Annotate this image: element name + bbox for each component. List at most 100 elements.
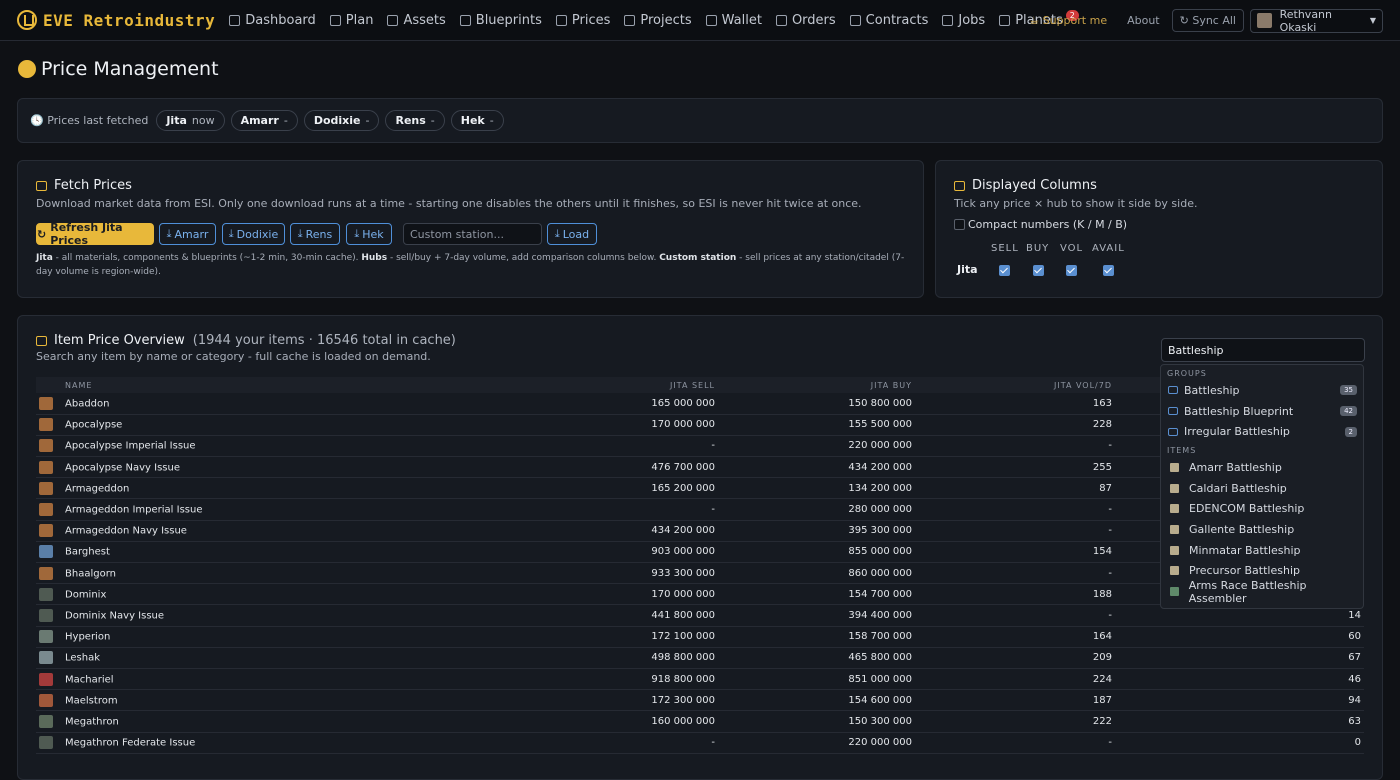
- about-link[interactable]: About: [1127, 14, 1160, 27]
- nav-orders[interactable]: Orders: [775, 13, 836, 28]
- cell-jita-sell: 170 000 000: [525, 583, 715, 606]
- custom-station-input[interactable]: Custom station...: [403, 223, 542, 245]
- cell-jita-sell: 165 200 000: [525, 477, 715, 500]
- jita-avail-checkbox[interactable]: [1103, 265, 1114, 276]
- fetch-rens-button[interactable]: ⤓ Rens: [290, 223, 340, 245]
- table-row[interactable]: Megathron 160 000 000 150 300 000 222 63: [36, 710, 1364, 733]
- cell-jita-vol: 224: [912, 668, 1112, 691]
- cell-name: Maelstrom: [36, 689, 525, 712]
- table-row[interactable]: Machariel 918 800 000 851 000 000 224 46: [36, 668, 1364, 691]
- nav-right: ☕ Support me About ↻ Sync All Rethvann O…: [1029, 0, 1400, 41]
- cell-jita-buy: 150 800 000: [715, 393, 912, 415]
- nav-wallet[interactable]: Wallet: [705, 13, 762, 28]
- cell-name: Barghest: [36, 541, 525, 564]
- fetch-title: Fetch Prices: [54, 178, 132, 193]
- cell-jita-vol: 163: [912, 393, 1112, 415]
- table-row[interactable]: Maelstrom 172 300 000 154 600 000 187 94: [36, 689, 1364, 712]
- cell-name: Megathron Federate Issue: [36, 732, 525, 754]
- item-icon: [1170, 566, 1179, 576]
- nav-dashboard[interactable]: Dashboard: [229, 13, 316, 28]
- fetch-dodixie-button[interactable]: ⤓ Dodixie: [222, 223, 285, 245]
- dropdown-item[interactable]: Minmatar Battleship: [1161, 540, 1363, 561]
- columns-desc: Tick any price × hub to show it side by …: [954, 197, 1198, 210]
- cell-jita-vol: 255: [912, 456, 1112, 479]
- jita-sell-checkbox[interactable]: [999, 265, 1010, 276]
- cell-name: Apocalypse Navy Issue: [36, 456, 525, 479]
- refresh-label: Refresh Jita Prices: [50, 221, 123, 247]
- th-jita-buy[interactable]: JITA BUY: [715, 377, 912, 393]
- nav-blueprints[interactable]: Blueprints: [459, 13, 542, 28]
- table-row[interactable]: Hyperion 172 100 000 158 700 000 164 60: [36, 626, 1364, 648]
- cell-name: Hyperion: [36, 626, 525, 648]
- tag-icon: [555, 14, 567, 26]
- cloud-download-icon: [36, 180, 47, 191]
- dropdown-group-item[interactable]: Battleship Blueprint 42: [1161, 401, 1363, 422]
- item-name: Armageddon Imperial Issue: [65, 504, 203, 516]
- ship-icon: [39, 651, 53, 665]
- fetch-amarr-button[interactable]: ⤓ Amarr: [159, 223, 216, 245]
- dropdown-item[interactable]: Amarr Battleship: [1161, 457, 1363, 478]
- ship-icon: [39, 608, 53, 622]
- th-jita-vol[interactable]: JITA VOL/7D: [912, 377, 1112, 393]
- dropdown-item[interactable]: Gallente Battleship: [1161, 519, 1363, 540]
- dropdown-item[interactable]: Caldari Battleship: [1161, 478, 1363, 499]
- cell-jita-buy: 150 300 000: [715, 710, 912, 733]
- th-name[interactable]: NAME: [36, 377, 525, 393]
- nav-jobs[interactable]: Jobs: [942, 13, 985, 28]
- dropdown-item[interactable]: EDENCOM Battleship: [1161, 498, 1363, 519]
- logo-icon: [17, 10, 37, 30]
- user-menu[interactable]: Rethvann Okaski ▼: [1250, 8, 1383, 34]
- cell-jita-avail: 94: [1112, 689, 1364, 712]
- support-link[interactable]: ☕ Support me: [1029, 14, 1107, 27]
- cell-jita-vol: 228: [912, 414, 1112, 436]
- item-name: Dominix: [65, 589, 107, 601]
- cell-jita-vol: 154: [912, 541, 1112, 564]
- cell-name: Dominix Navy Issue: [36, 604, 525, 627]
- item-name: Armageddon: [65, 483, 130, 495]
- item-name: Apocalypse: [65, 419, 123, 431]
- nav-projects[interactable]: Projects: [624, 12, 692, 28]
- dropdown-group-item[interactable]: Irregular Battleship 2: [1161, 421, 1363, 442]
- brand[interactable]: EVE Retroindustry: [17, 10, 215, 30]
- compact-checkbox[interactable]: [954, 219, 965, 230]
- group-name: Battleship: [1184, 383, 1240, 397]
- sync-all-button[interactable]: ↻ Sync All: [1171, 9, 1244, 32]
- fetch-hek-button[interactable]: ⤓ Hek: [346, 223, 392, 245]
- nav-label: Assets: [403, 12, 446, 28]
- cell-jita-vol: 87: [912, 477, 1112, 500]
- fetched-row: 🕓 Prices last fetched Jita now Amarr - Dod…: [30, 110, 510, 131]
- cell-jita-buy: 851 000 000: [715, 668, 912, 691]
- dropdown-group-item[interactable]: Battleship 35: [1161, 380, 1363, 401]
- table-row[interactable]: Leshak 498 800 000 465 800 000 209 67: [36, 647, 1364, 669]
- page-title: Price Management: [18, 58, 219, 80]
- item-icon: [1170, 504, 1179, 514]
- col-header-buy: BUY: [1026, 243, 1050, 254]
- item-name: Machariel: [65, 674, 114, 686]
- cell-jita-sell: 434 200 000: [525, 520, 715, 542]
- cell-jita-vol: 188: [912, 583, 1112, 606]
- nav-label: Projects: [640, 12, 692, 28]
- nav-plan[interactable]: Plan: [329, 13, 373, 28]
- nav-contracts[interactable]: Contracts: [849, 13, 928, 28]
- jita-buy-checkbox[interactable]: [1033, 265, 1044, 276]
- dropdown-item[interactable]: Arms Race Battleship Assembler: [1161, 579, 1363, 605]
- load-station-button[interactable]: ⤓ Load: [547, 223, 597, 245]
- ship-icon: [39, 736, 53, 750]
- cell-jita-vol: -: [912, 604, 1112, 627]
- jita-vol-checkbox[interactable]: [1066, 265, 1077, 276]
- cell-jita-sell: -: [525, 498, 715, 521]
- compact-toggle[interactable]: Compact numbers (K / M / B): [954, 218, 1127, 231]
- nav-label: Jobs: [958, 12, 986, 28]
- group-count: 42: [1340, 406, 1357, 417]
- refresh-jita-button[interactable]: ↻ Refresh Jita Prices: [36, 221, 154, 247]
- item-search-input[interactable]: Battleship: [1161, 338, 1365, 362]
- nav-assets[interactable]: Assets: [387, 12, 446, 28]
- cell-name: Armageddon Imperial Issue: [36, 498, 525, 521]
- th-jita-sell[interactable]: JITA SELL: [525, 377, 715, 393]
- col-header-sell: SELL: [991, 243, 1019, 254]
- table-row[interactable]: Megathron Federate Issue -220 000 000-0: [36, 732, 1364, 754]
- nav-prices[interactable]: Prices: [555, 13, 610, 28]
- note-custom: Custom station: [659, 253, 737, 263]
- col-header-vol: VOL: [1060, 243, 1084, 254]
- wallet-icon: [705, 14, 717, 26]
